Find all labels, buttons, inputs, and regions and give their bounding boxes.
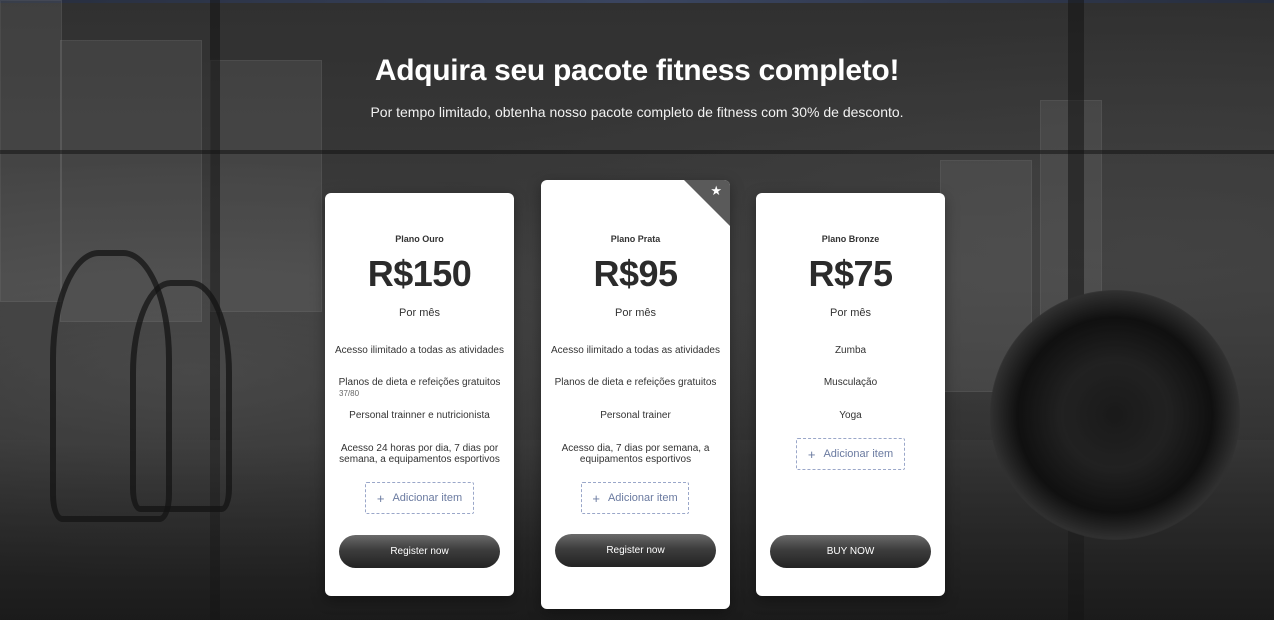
add-item-label: Adicionar item xyxy=(392,492,463,504)
character-counter: 37/80 xyxy=(339,389,360,398)
plan-price: R$150 xyxy=(367,253,472,294)
feature-item[interactable]: Zumba xyxy=(766,345,935,356)
plan-price: R$95 xyxy=(593,253,678,294)
plan-period: Por mês xyxy=(830,307,871,319)
add-item-button[interactable]: + Adicionar item xyxy=(581,482,689,514)
feature-item[interactable]: Personal trainner e nutricionista xyxy=(335,410,504,421)
plan-name: Plano Ouro xyxy=(395,234,444,244)
feature-item[interactable]: Personal trainer xyxy=(551,410,720,421)
featured-ribbon: ★ xyxy=(684,180,730,226)
buy-now-button[interactable]: BUY NOW xyxy=(770,535,931,568)
add-item-label: Adicionar item xyxy=(823,448,894,460)
page-title: Adquira seu pacote fitness completo! xyxy=(374,54,900,87)
feature-item[interactable]: Acesso dia, 7 dias por semana, a equipam… xyxy=(559,443,712,465)
add-item-label: Adicionar item xyxy=(607,492,678,504)
pricing-card-bronze: Plano Bronze R$75 Por mês Zumba Musculaç… xyxy=(756,193,945,596)
plus-icon: + xyxy=(592,490,600,506)
feature-item[interactable]: Planos de dieta e refeições gratuitos xyxy=(551,377,720,388)
feature-item[interactable]: Yoga xyxy=(766,410,935,421)
plus-icon: + xyxy=(807,446,816,462)
add-item-button[interactable]: + Adicionar item xyxy=(365,482,474,514)
plan-period: Por mês xyxy=(399,307,440,319)
plan-period: Por mês xyxy=(615,307,656,319)
feature-item-with-counter[interactable]: Planos de dieta e refeições gratuitos 37… xyxy=(335,377,504,398)
pricing-card-silver: ★ Plano Prata R$95 Por mês Acesso ilimit… xyxy=(541,180,730,609)
plan-name: Plano Bronze xyxy=(821,234,880,244)
register-now-button[interactable]: Register now xyxy=(555,534,716,567)
page-subtitle: Por tempo limitado, obtenha nosso pacote… xyxy=(370,104,904,120)
feature-item[interactable]: Acesso ilimitado a todas as atividades xyxy=(551,345,720,356)
pricing-card-gold: Plano Ouro R$150 Por mês Acesso ilimitad… xyxy=(325,193,514,596)
feature-text: Planos de dieta e refeições gratuitos xyxy=(338,377,501,388)
star-icon: ★ xyxy=(710,183,722,198)
ribbon-corner xyxy=(684,180,730,226)
add-item-button[interactable]: + Adicionar item xyxy=(796,438,905,470)
feature-item[interactable]: Acesso ilimitado a todas as atividades xyxy=(335,345,504,356)
plus-icon: + xyxy=(376,490,385,506)
register-now-button[interactable]: Register now xyxy=(339,535,500,568)
plan-price: R$75 xyxy=(808,253,893,294)
hero-header: Adquira seu pacote fitness completo! Por… xyxy=(0,54,1274,120)
feature-item[interactable]: Musculação xyxy=(766,377,935,388)
feature-item[interactable]: Acesso 24 horas por dia, 7 dias por sema… xyxy=(339,443,500,465)
plan-name: Plano Prata xyxy=(610,234,661,244)
